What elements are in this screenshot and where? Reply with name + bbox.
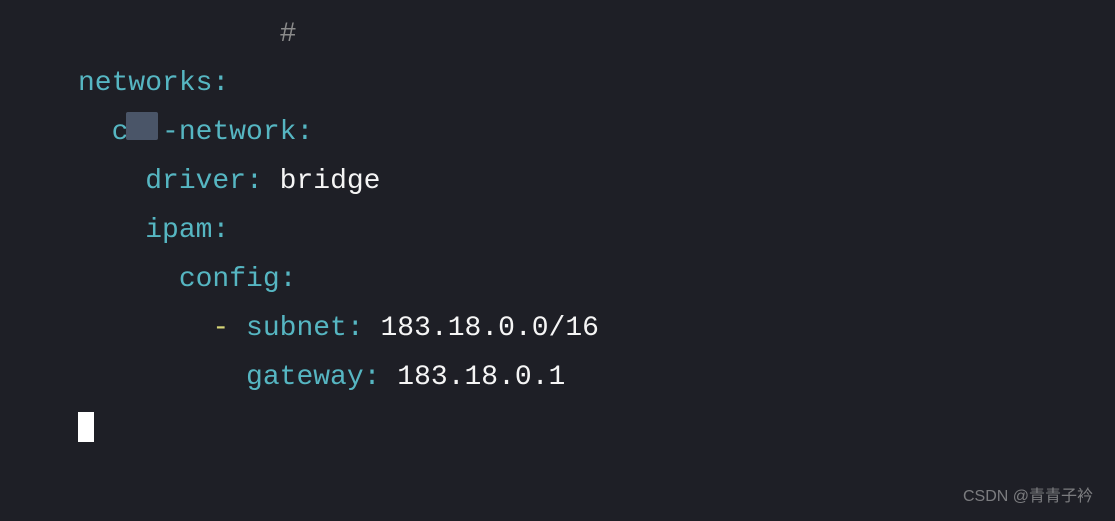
yaml-list-dash: - — [212, 313, 229, 344]
code-line-6: config: — [78, 255, 1115, 304]
yaml-key-networks: networks — [78, 68, 212, 99]
code-line-1: # — [78, 10, 1115, 59]
code-line-2: networks: — [78, 59, 1115, 108]
yaml-key-network-name: cxx-network — [112, 108, 297, 157]
code-line-3: cxx-network: — [78, 108, 1115, 157]
yaml-key-gateway: gateway — [246, 362, 364, 393]
yaml-value-subnet: 183.18.0.0/16 — [381, 313, 599, 344]
code-line-4: driver: bridge — [78, 157, 1115, 206]
yaml-value-driver: bridge — [280, 166, 381, 197]
yaml-key-subnet: subnet — [246, 313, 347, 344]
yaml-value-gateway: 183.18.0.1 — [397, 362, 565, 393]
watermark-text: CSDN @青青子衿 — [963, 483, 1093, 511]
yaml-comment: # — [280, 19, 297, 50]
code-line-5: ipam: — [78, 206, 1115, 255]
code-editor[interactable]: # networks: cxx-network: driver: bridge … — [78, 10, 1115, 451]
yaml-key-config: config — [179, 264, 280, 295]
text-cursor — [78, 412, 94, 442]
yaml-key-driver: driver — [145, 166, 246, 197]
yaml-key-ipam: ipam — [145, 215, 212, 246]
code-line-7: - subnet: 183.18.0.0/16 — [78, 304, 1115, 353]
code-line-cursor — [78, 402, 1115, 451]
code-line-8: gateway: 183.18.0.1 — [78, 353, 1115, 402]
